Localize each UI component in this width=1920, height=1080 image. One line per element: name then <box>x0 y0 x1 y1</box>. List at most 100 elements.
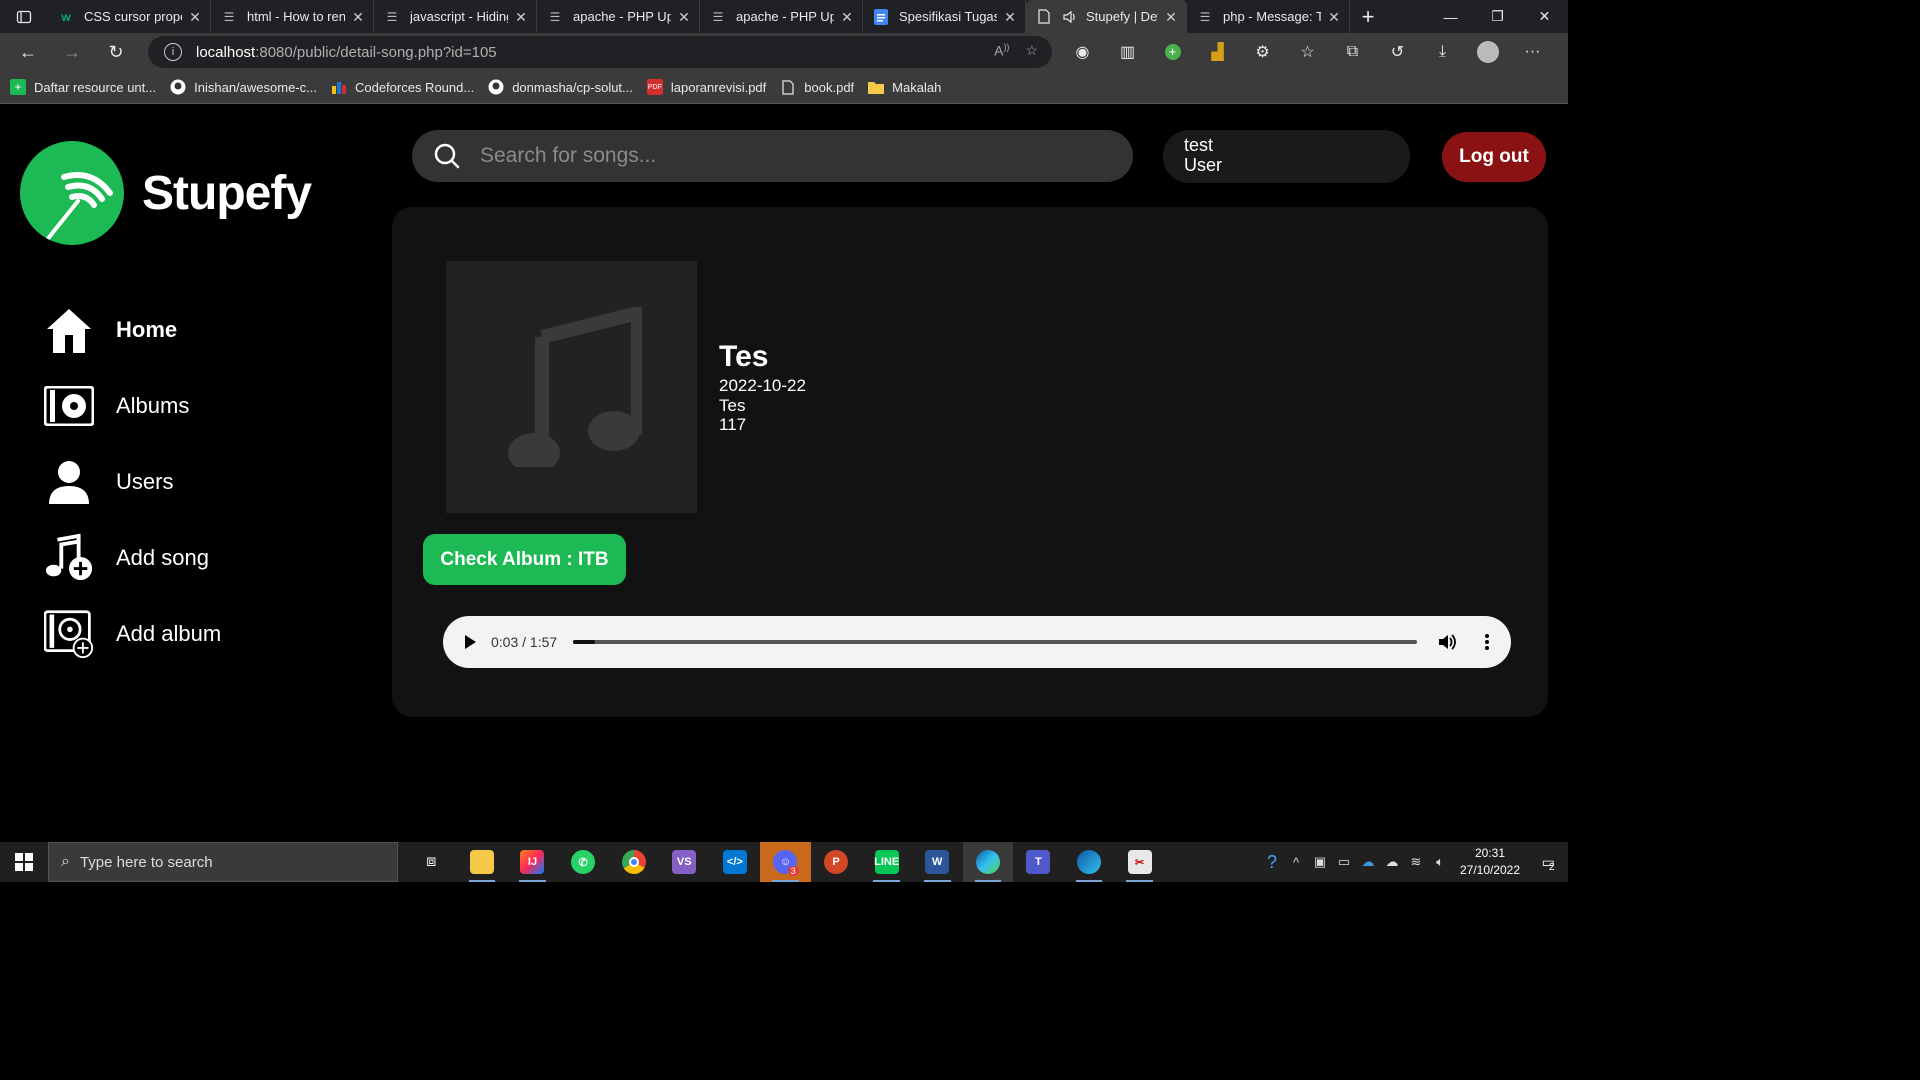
bookmark-item[interactable]: book.pdf <box>780 79 854 95</box>
check-album-button[interactable]: Check Album : ITB <box>423 534 626 585</box>
intellij-icon[interactable]: IJ <box>507 842 558 882</box>
help-icon[interactable]: ? <box>1260 852 1284 873</box>
sidebar-nav: Home Albums Users Add song Add album <box>44 305 221 685</box>
line-icon[interactable]: LINE <box>861 842 912 882</box>
browser-tab[interactable]: ☰ php - Message: Tr ✕ <box>1187 0 1350 33</box>
more-menu-icon[interactable]: ··· <box>1510 33 1555 71</box>
extensions-icon[interactable]: ⚙ <box>1240 33 1285 71</box>
onedrive-personal-icon[interactable]: ☁ <box>1380 854 1404 870</box>
taskbar-search[interactable]: ⌕ Type here to search <box>48 842 398 882</box>
battery-icon[interactable]: ▭ <box>1332 854 1356 870</box>
read-aloud-icon[interactable]: A)) <box>994 42 1009 59</box>
edge-beta-icon[interactable] <box>1064 842 1115 882</box>
bookmark-item[interactable]: + Daftar resource unt... <box>10 79 156 95</box>
edge-icon[interactable] <box>962 842 1014 882</box>
play-icon[interactable] <box>463 635 477 649</box>
close-icon[interactable]: ✕ <box>1164 10 1178 24</box>
bookmark-item[interactable]: Codeforces Round... <box>331 79 474 95</box>
logout-button[interactable]: Log out <box>1442 132 1546 182</box>
close-icon[interactable]: ✕ <box>351 10 365 24</box>
clock-date: 27/10/2022 <box>1459 863 1521 877</box>
download-icon[interactable]: ⤓ <box>1420 33 1465 71</box>
browser-tab-active[interactable]: Stupefy | Det ✕ <box>1026 0 1187 33</box>
more-vertical-icon[interactable] <box>1477 632 1497 652</box>
user-info-box: test User <box>1163 130 1410 183</box>
extension-mascot-icon[interactable]: ◉ <box>1060 33 1105 71</box>
volume-icon[interactable]: 🔈︎ <box>1428 854 1452 870</box>
new-tab-button[interactable]: + <box>1350 0 1386 33</box>
favorites-icon[interactable]: ☆ <box>1285 33 1330 71</box>
reload-button[interactable]: ↻ <box>94 33 138 71</box>
close-icon[interactable]: ✕ <box>1327 10 1341 24</box>
song-metadata: Tes 2022-10-22 Tes 117 <box>719 340 806 435</box>
codeforces-icon <box>331 79 347 95</box>
sidebar-item-users[interactable]: Users <box>44 457 221 507</box>
speaker-icon[interactable] <box>1062 9 1078 25</box>
snipping-tool-icon[interactable]: ✂ <box>1114 842 1165 882</box>
powerpoint-icon[interactable]: P <box>811 842 862 882</box>
sidebar-item-albums[interactable]: Albums <box>44 381 221 431</box>
minimize-button[interactable]: — <box>1427 0 1474 33</box>
close-icon[interactable]: ✕ <box>188 10 202 24</box>
volume-icon[interactable] <box>1437 632 1457 652</box>
browser-tab[interactable]: w CSS cursor proper ✕ <box>48 0 211 33</box>
chevron-up-icon[interactable]: ^ <box>1284 855 1308 870</box>
history-icon[interactable]: ↺ <box>1375 33 1420 71</box>
browser-tab[interactable]: ☰ apache - PHP Upl ✕ <box>700 0 863 33</box>
bookmark-item[interactable]: PDF laporanrevisi.pdf <box>646 79 766 95</box>
info-icon[interactable]: i <box>164 43 182 61</box>
add-favorite-icon[interactable]: ☆ <box>1025 42 1038 59</box>
file-explorer-icon[interactable] <box>457 842 508 882</box>
extension-green-icon[interactable]: + <box>1150 33 1195 71</box>
onedrive-icon[interactable]: ☁ <box>1356 854 1380 870</box>
bookmark-item[interactable]: Inishan/awesome-c... <box>170 79 317 95</box>
close-icon[interactable]: ✕ <box>840 10 854 24</box>
url-field[interactable]: i localhost:8080/public/detail-song.php?… <box>148 36 1052 68</box>
windows-logo-icon <box>15 853 33 871</box>
visual-studio-icon[interactable]: VS <box>659 842 710 882</box>
task-view-icon[interactable]: ⧈ <box>406 842 457 882</box>
w3schools-icon: w <box>61 9 71 24</box>
restore-button[interactable]: ❐ <box>1474 0 1521 33</box>
discord-icon[interactable]: ☺ 3 <box>760 842 811 882</box>
close-icon[interactable]: ✕ <box>1003 10 1017 24</box>
wifi-icon[interactable]: ≋ <box>1404 854 1428 870</box>
chrome-icon[interactable] <box>608 842 659 882</box>
vscode-icon[interactable]: </> <box>710 842 761 882</box>
tab-title: Stupefy | Det <box>1086 9 1158 24</box>
forward-button[interactable]: → <box>50 33 94 71</box>
tab-actions-button[interactable] <box>0 0 48 33</box>
bookmark-item[interactable]: Makalah <box>868 79 941 95</box>
profile-avatar-icon[interactable] <box>1465 33 1510 71</box>
close-icon[interactable]: ✕ <box>514 10 528 24</box>
taskbar-clock[interactable]: 20:31 27/10/2022 <box>1452 845 1528 879</box>
teams-icon[interactable]: T <box>1013 842 1064 882</box>
seek-slider[interactable] <box>573 640 1417 644</box>
extension-bars-icon[interactable]: ▟ <box>1195 33 1240 71</box>
google-docs-icon <box>873 8 889 25</box>
close-icon[interactable]: ✕ <box>677 10 691 24</box>
browser-tab[interactable]: ☰ apache - PHP Upl ✕ <box>537 0 700 33</box>
url-host: localhost <box>196 43 256 61</box>
sidebar-item-add-album[interactable]: Add album <box>44 609 221 659</box>
extension-chart-icon[interactable]: ▥ <box>1105 33 1150 71</box>
whatsapp-icon[interactable]: ✆ <box>558 842 609 882</box>
meet-now-icon[interactable]: ▣ <box>1308 854 1332 870</box>
browser-tab[interactable]: ☰ javascript - Hiding ✕ <box>374 0 537 33</box>
sidebar-item-home[interactable]: Home <box>44 305 221 355</box>
search-input[interactable] <box>480 144 1080 168</box>
sidebar-item-add-song[interactable]: Add song <box>44 533 221 583</box>
back-button[interactable]: ← <box>6 33 50 71</box>
collections-icon[interactable]: ⧉ <box>1330 33 1375 71</box>
bookmark-item[interactable]: donmasha/cp-solut... <box>488 79 633 95</box>
stupefy-page: Stupefy Home Albums Users Add song Add a… <box>0 105 1568 842</box>
tab-title: php - Message: Tr <box>1223 9 1321 24</box>
browser-tab[interactable]: Spesifikasi Tugas ✕ <box>863 0 1026 33</box>
word-icon[interactable]: W <box>912 842 963 882</box>
browser-tab[interactable]: ☰ html - How to ren ✕ <box>211 0 374 33</box>
window-controls: — ❐ ✕ <box>1427 0 1568 33</box>
close-window-button[interactable]: ✕ <box>1521 0 1568 33</box>
start-button[interactable] <box>0 842 48 882</box>
app-logo[interactable]: Stupefy <box>20 141 312 245</box>
notification-center-button[interactable]: ▭ 2 <box>1528 852 1568 873</box>
